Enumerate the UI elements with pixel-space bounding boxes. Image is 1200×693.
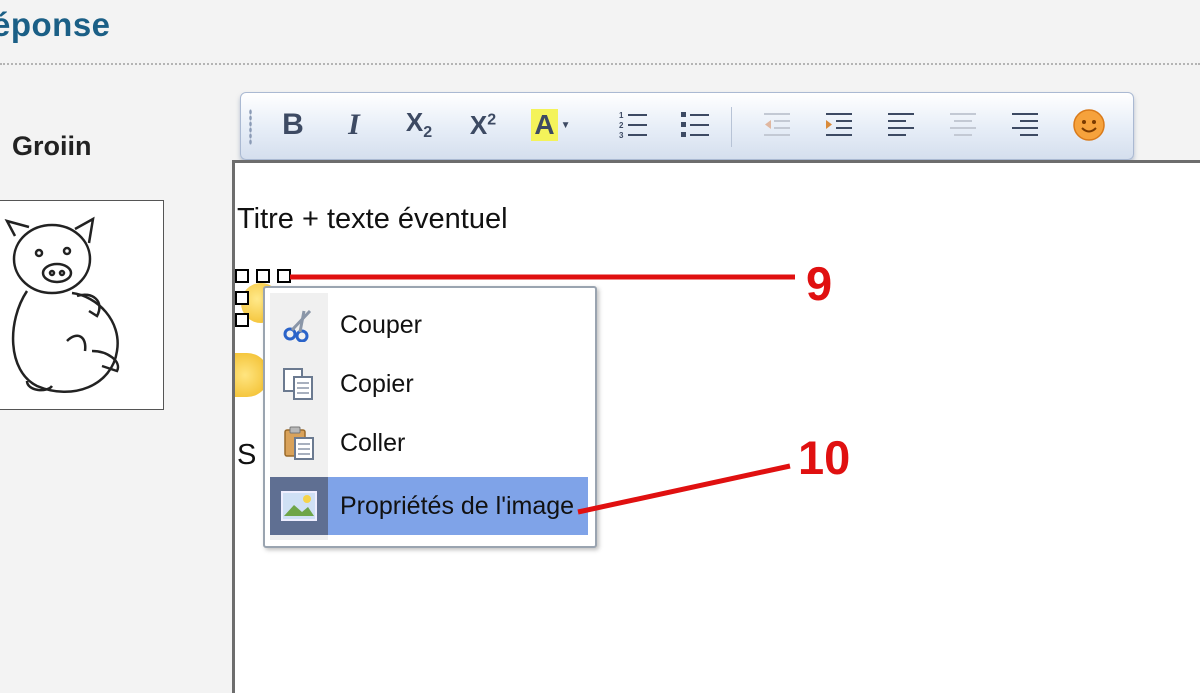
toolbar-grip-icon[interactable]: [249, 109, 252, 145]
text-color-icon: A: [531, 109, 558, 141]
align-left-button[interactable]: [881, 105, 921, 145]
italic-icon: I: [348, 108, 360, 141]
menu-item-label: Copier: [340, 369, 414, 398]
editor-text-line: S: [237, 439, 257, 471]
svg-text:2: 2: [619, 121, 624, 130]
italic-button[interactable]: I: [334, 105, 374, 145]
align-center-button[interactable]: [943, 105, 983, 145]
align-center-icon: [950, 113, 976, 136]
resize-handle[interactable]: [235, 269, 249, 283]
subscript-icon: X2: [405, 107, 433, 142]
superscript-button[interactable]: X2: [463, 105, 503, 145]
paste-icon: [284, 426, 314, 460]
numbered-list-icon: 123: [619, 111, 647, 140]
copy-icon: [283, 368, 313, 400]
resize-handle[interactable]: [256, 269, 270, 283]
subscript-button[interactable]: X2: [399, 105, 439, 145]
outdent-button[interactable]: [757, 105, 797, 145]
svg-text:3: 3: [619, 131, 624, 140]
indent-button[interactable]: [819, 105, 859, 145]
annotation-number: 10: [798, 431, 851, 484]
menu-item-paste[interactable]: Coller: [270, 414, 588, 472]
menu-item-cut[interactable]: Couper: [270, 296, 588, 354]
text-color-button[interactable]: A ▼: [525, 105, 577, 145]
resize-handle[interactable]: [277, 269, 291, 283]
menu-item-image-properties[interactable]: Propriétés de l'image: [270, 477, 588, 535]
emoticon-button[interactable]: [1069, 105, 1109, 145]
menu-item-label: Coller: [340, 428, 406, 457]
chevron-down-icon: ▼: [560, 119, 571, 131]
context-menu: Couper Copier Coller Propriétés de l'ima…: [263, 286, 597, 548]
bullet-list-icon: [681, 112, 709, 137]
editor-toolbar: B I X2 X2 A ▼ 123: [240, 92, 1134, 160]
resize-handle[interactable]: [235, 313, 249, 327]
pig-avatar-icon: [4, 216, 120, 394]
ordered-list-button[interactable]: 123: [613, 105, 653, 145]
superscript-icon: X2: [469, 109, 497, 140]
image-icon: [281, 491, 317, 521]
resize-handle[interactable]: [235, 291, 249, 305]
smiley-icon: [1073, 109, 1105, 141]
menu-item-label: Couper: [340, 310, 422, 339]
scissors-icon: [283, 309, 312, 342]
svg-text:1: 1: [619, 111, 624, 120]
divider: [0, 63, 1200, 65]
outdent-icon: [764, 113, 790, 136]
editor-text-line: Titre + texte éventuel: [237, 203, 508, 235]
page-title: éponse: [0, 6, 111, 43]
align-left-icon: [888, 113, 914, 136]
annotation-number: 9: [806, 257, 833, 310]
align-right-button[interactable]: [1005, 105, 1045, 145]
bold-button[interactable]: B: [273, 105, 313, 145]
align-right-icon: [1012, 113, 1038, 136]
avatar: [0, 200, 164, 410]
username[interactable]: Groiin: [12, 131, 92, 162]
menu-item-copy[interactable]: Copier: [270, 355, 588, 413]
bullet-list-button[interactable]: [675, 105, 715, 145]
menu-item-label: Propriétés de l'image: [340, 491, 575, 520]
bold-icon: B: [282, 108, 304, 141]
indent-icon: [826, 113, 852, 136]
toolbar-separator: [731, 107, 732, 147]
